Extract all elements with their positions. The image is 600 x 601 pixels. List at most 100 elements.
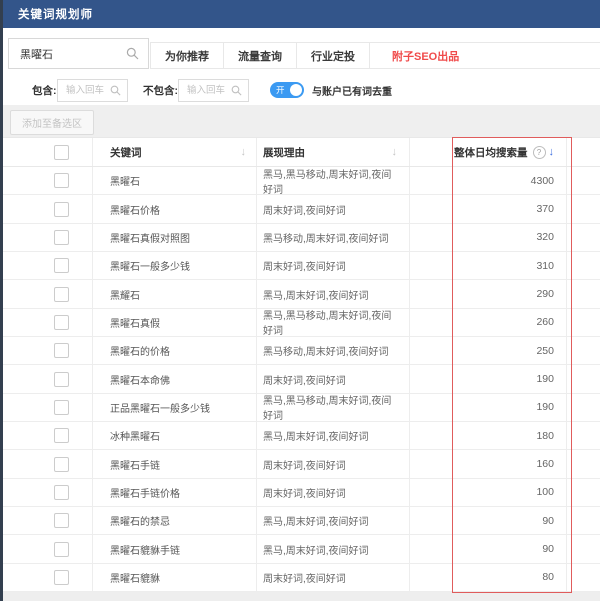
reason-text: 黑马,周末好词,夜间好词 [263, 428, 369, 443]
row-spacer-cell [567, 337, 600, 364]
table-header-row: 关键词 ↓ 展现理由 ↓ 整体日均搜索量 ? ↓ [0, 137, 600, 167]
table-row: 黑曜石一般多少钱周末好词,夜间好词310 [0, 252, 600, 280]
reason-text: 黑马,周末好词,夜间好词 [263, 287, 369, 302]
reason-text: 黑马,周末好词,夜间好词 [263, 542, 369, 557]
row-checkbox[interactable] [54, 570, 69, 585]
row-spacer-cell [567, 564, 600, 591]
dedupe-label: 与账户已有词去重 [312, 83, 392, 98]
volume-value: 100 [536, 486, 554, 498]
tab-industry-targeting[interactable]: 行业定投 [297, 43, 370, 68]
keyword-sort-icon[interactable]: ↓ [241, 146, 247, 158]
row-checkbox[interactable] [54, 343, 69, 358]
keyword-text: 黑曜石 [110, 173, 140, 188]
keyword-column-header: 关键词 [110, 145, 142, 160]
volume-value: 90 [542, 515, 554, 527]
tab-traffic-query[interactable]: 流量查询 [224, 43, 297, 68]
table-row: 正品黑曜石一般多少钱黑马,黑马移动,周末好词,夜间好词190 [0, 394, 600, 422]
help-icon[interactable]: ? [533, 146, 546, 159]
row-checkbox[interactable] [54, 485, 69, 500]
row-checkbox[interactable] [54, 542, 69, 557]
reason-text: 周末好词,夜间好词 [263, 570, 346, 585]
reason-cell: 黑马,黑马移动,周末好词,夜间好词 [257, 309, 410, 336]
row-checkbox[interactable] [54, 457, 69, 472]
table-row: 黑曜石貔貅周末好词,夜间好词 80 [0, 564, 600, 592]
reason-cell: 黑马,周末好词,夜间好词 [257, 507, 410, 534]
reason-cell: 黑马,黑马移动,周末好词,夜间好词 [257, 167, 410, 194]
row-checkbox-cell [0, 450, 93, 477]
reason-cell: 周末好词,夜间好词 [257, 195, 410, 222]
table-row: 黑曜石手链周末好词,夜间好词 160 [0, 450, 600, 478]
row-checkbox-cell [0, 167, 93, 194]
reason-cell: 黑马,周末好词,夜间好词 [257, 535, 410, 562]
keyword-cell: 黑曜石一般多少钱 [93, 252, 257, 279]
reason-text: 周末好词,夜间好词 [263, 372, 346, 387]
header-checkbox-cell [0, 138, 93, 166]
keyword-cell: 黑曜石价格 [93, 195, 257, 222]
keyword-cell: 黑曜石貔貅 [93, 564, 257, 591]
volume-cell: 250 [410, 337, 567, 364]
row-spacer-cell [567, 479, 600, 506]
keyword-cell: 黑曜石手链 [93, 450, 257, 477]
exclude-search-icon[interactable] [231, 85, 242, 96]
include-filter-input-box[interactable] [57, 79, 128, 102]
row-checkbox-cell [0, 394, 93, 421]
header-reason-cell: 展现理由 ↓ [257, 138, 410, 166]
keyword-cell: 黑曜石手链价格 [93, 479, 257, 506]
include-search-icon[interactable] [110, 85, 121, 96]
row-checkbox[interactable] [54, 230, 69, 245]
exclude-filter-label: 不包含: [143, 83, 178, 98]
table-row: 黑曜石真假对照图黑马移动,周末好词,夜间好词320 [0, 224, 600, 252]
keyword-cell: 黑曜石貔貅手链 [93, 535, 257, 562]
row-checkbox[interactable] [54, 315, 69, 330]
tab-recommended[interactable]: 为你推荐 [151, 43, 224, 68]
row-checkbox-cell [0, 479, 93, 506]
row-spacer-cell [567, 422, 600, 449]
row-checkbox[interactable] [54, 400, 69, 415]
reason-text: 黑马移动,周末好词,夜间好词 [263, 230, 389, 245]
search-icon[interactable] [126, 47, 139, 60]
volume-sort-desc-icon[interactable]: ↓ [549, 146, 555, 158]
tab-strip: 为你推荐流量查询行业定投附子SEO出品 [150, 42, 600, 69]
table-row: 黑曜石手链价格周末好词,夜间好词 100 [0, 479, 600, 507]
row-checkbox[interactable] [54, 258, 69, 273]
row-checkbox[interactable] [54, 372, 69, 387]
keyword-cell: 黑曜石真假 [93, 309, 257, 336]
exclude-filter-input[interactable] [185, 84, 231, 97]
tab-fuzi-seo-brand[interactable]: 附子SEO出品 [370, 43, 481, 68]
reason-text: 黑马,黑马移动,周末好词,夜间好词 [263, 307, 397, 337]
row-checkbox-cell [0, 564, 93, 591]
row-checkbox[interactable] [54, 428, 69, 443]
reason-cell: 黑马,周末好词,夜间好词 [257, 422, 410, 449]
include-filter-input[interactable] [64, 84, 110, 97]
select-all-checkbox[interactable] [54, 145, 69, 160]
row-spacer-cell [567, 309, 600, 336]
keyword-text: 黑曜石的禁忌 [110, 513, 170, 528]
reason-text: 黑马,周末好词,夜间好词 [263, 513, 369, 528]
reason-text: 周末好词,夜间好词 [263, 457, 346, 472]
dedupe-toggle[interactable]: 开 [270, 82, 304, 98]
toggle-knob[interactable] [290, 84, 302, 96]
keyword-text: 黑曜石真假对照图 [110, 230, 190, 245]
volume-cell: 190 [410, 394, 567, 421]
keyword-table: 关键词 ↓ 展现理由 ↓ 整体日均搜索量 ? ↓ 黑曜石黑马,黑马移动,周末好词… [0, 137, 600, 592]
volume-cell: 160 [410, 450, 567, 477]
row-checkbox[interactable] [54, 173, 69, 188]
row-spacer-cell [567, 365, 600, 392]
add-to-candidates-button[interactable]: 添加至备选区 [10, 110, 94, 135]
keyword-cell: 黑曜石 [93, 167, 257, 194]
volume-value: 80 [542, 571, 554, 583]
header-keyword-cell: 关键词 ↓ [93, 138, 257, 166]
keyword-cell: 黑曜石的禁忌 [93, 507, 257, 534]
volume-cell: 180 [410, 422, 567, 449]
row-checkbox[interactable] [54, 513, 69, 528]
row-spacer-cell [567, 195, 600, 222]
row-checkbox[interactable] [54, 287, 69, 302]
exclude-filter-input-box[interactable] [178, 79, 249, 102]
reason-sort-icon[interactable]: ↓ [392, 146, 398, 158]
keyword-search-input[interactable] [18, 47, 126, 61]
table-row: 黑曜石的价格黑马移动,周末好词,夜间好词250 [0, 337, 600, 365]
keyword-search-box[interactable] [8, 38, 149, 69]
reason-text: 周末好词,夜间好词 [263, 485, 346, 500]
row-checkbox[interactable] [54, 202, 69, 217]
keyword-text: 冰种黑曜石 [110, 428, 160, 443]
